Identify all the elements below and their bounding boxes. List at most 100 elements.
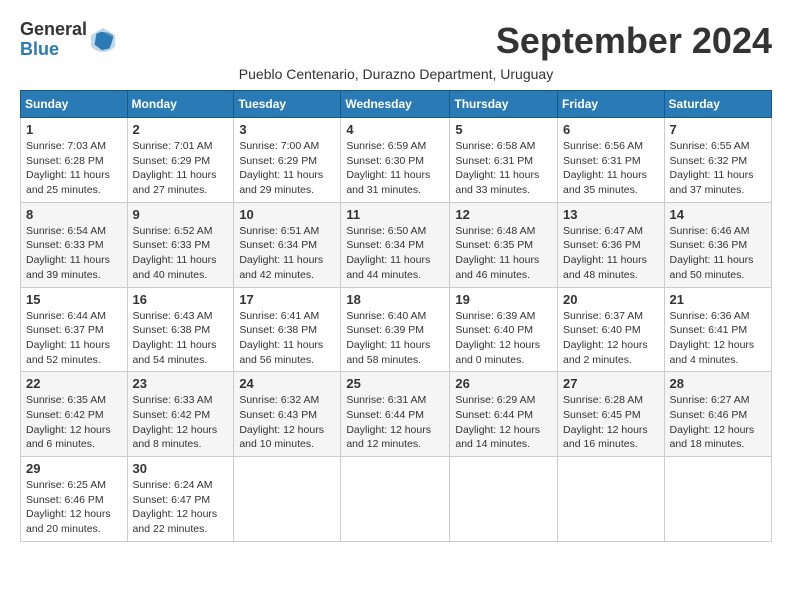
day-header-saturday: Saturday <box>664 91 771 118</box>
calendar-cell: 6 Sunrise: 6:56 AMSunset: 6:31 PMDaylight… <box>558 118 665 203</box>
day-number: 21 <box>670 292 766 307</box>
calendar-cell <box>341 457 450 542</box>
day-number: 11 <box>346 207 444 222</box>
day-info: Sunrise: 6:50 AMSunset: 6:34 PMDaylight:… <box>346 224 444 283</box>
header: General Blue September 2024 <box>20 20 772 62</box>
day-number: 4 <box>346 122 444 137</box>
calendar-cell: 16 Sunrise: 6:43 AMSunset: 6:38 PMDayligh… <box>127 287 234 372</box>
day-info: Sunrise: 7:00 AMSunset: 6:29 PMDaylight:… <box>239 139 335 198</box>
day-info: Sunrise: 6:48 AMSunset: 6:35 PMDaylight:… <box>455 224 552 283</box>
day-number: 7 <box>670 122 766 137</box>
day-info: Sunrise: 6:33 AMSunset: 6:42 PMDaylight:… <box>133 393 229 452</box>
day-info: Sunrise: 7:03 AMSunset: 6:28 PMDaylight:… <box>26 139 122 198</box>
month-title: September 2024 <box>496 20 772 62</box>
day-info: Sunrise: 6:31 AMSunset: 6:44 PMDaylight:… <box>346 393 444 452</box>
calendar-cell: 12 Sunrise: 6:48 AMSunset: 6:35 PMDayligh… <box>450 202 558 287</box>
calendar-cell: 27Sunrise: 6:28 AMSunset: 6:45 PMDayligh… <box>558 372 665 457</box>
calendar-cell: 24 Sunrise: 6:32 AMSunset: 6:43 PMDayligh… <box>234 372 341 457</box>
calendar-cell <box>558 457 665 542</box>
day-number: 15 <box>26 292 122 307</box>
logo-general: General <box>20 19 87 39</box>
day-info: Sunrise: 6:39 AMSunset: 6:40 PMDaylight:… <box>455 309 552 368</box>
day-number: 27 <box>563 376 659 391</box>
day-number: 24 <box>239 376 335 391</box>
day-number: 22 <box>26 376 122 391</box>
day-number: 23 <box>133 376 229 391</box>
calendar-week-2: 8 Sunrise: 6:54 AMSunset: 6:33 PMDaylight… <box>21 202 772 287</box>
day-info: Sunrise: 6:52 AMSunset: 6:33 PMDaylight:… <box>133 224 229 283</box>
day-info: Sunrise: 6:24 AMSunset: 6:47 PMDaylight:… <box>133 478 229 537</box>
calendar-cell: 5Sunrise: 6:58 AMSunset: 6:31 PMDaylight… <box>450 118 558 203</box>
day-info: Sunrise: 6:54 AMSunset: 6:33 PMDaylight:… <box>26 224 122 283</box>
day-number: 14 <box>670 207 766 222</box>
day-info: Sunrise: 6:46 AMSunset: 6:36 PMDaylight:… <box>670 224 766 283</box>
calendar-cell: 4 Sunrise: 6:59 AMSunset: 6:30 PMDaylight… <box>341 118 450 203</box>
day-number: 17 <box>239 292 335 307</box>
day-info: Sunrise: 6:44 AMSunset: 6:37 PMDaylight:… <box>26 309 122 368</box>
day-info: Sunrise: 6:43 AMSunset: 6:38 PMDaylight:… <box>133 309 229 368</box>
day-header-thursday: Thursday <box>450 91 558 118</box>
calendar-cell: 8 Sunrise: 6:54 AMSunset: 6:33 PMDaylight… <box>21 202 128 287</box>
day-number: 8 <box>26 207 122 222</box>
day-info: Sunrise: 7:01 AMSunset: 6:29 PMDaylight:… <box>133 139 229 198</box>
day-info: Sunrise: 6:29 AMSunset: 6:44 PMDaylight:… <box>455 393 552 452</box>
day-number: 20 <box>563 292 659 307</box>
day-header-monday: Monday <box>127 91 234 118</box>
day-info: Sunrise: 6:58 AMSunset: 6:31 PMDaylight:… <box>455 139 552 198</box>
calendar-cell: 2Sunrise: 7:01 AMSunset: 6:29 PMDaylight… <box>127 118 234 203</box>
day-number: 30 <box>133 461 229 476</box>
calendar-cell <box>664 457 771 542</box>
calendar-cell: 28 Sunrise: 6:27 AMSunset: 6:46 PMDayligh… <box>664 372 771 457</box>
day-header-sunday: Sunday <box>21 91 128 118</box>
calendar-week-1: 1 Sunrise: 7:03 AMSunset: 6:28 PMDaylight… <box>21 118 772 203</box>
logo-blue: Blue <box>20 39 59 59</box>
calendar-cell <box>234 457 341 542</box>
calendar-week-4: 22 Sunrise: 6:35 AMSunset: 6:42 PMDayligh… <box>21 372 772 457</box>
logo: General Blue <box>20 20 117 60</box>
day-number: 28 <box>670 376 766 391</box>
calendar-week-3: 15 Sunrise: 6:44 AMSunset: 6:37 PMDayligh… <box>21 287 772 372</box>
day-number: 1 <box>26 122 122 137</box>
calendar-cell: 17 Sunrise: 6:41 AMSunset: 6:38 PMDayligh… <box>234 287 341 372</box>
day-info: Sunrise: 6:25 AMSunset: 6:46 PMDaylight:… <box>26 478 122 537</box>
day-info: Sunrise: 6:47 AMSunset: 6:36 PMDaylight:… <box>563 224 659 283</box>
calendar-cell: 22 Sunrise: 6:35 AMSunset: 6:42 PMDayligh… <box>21 372 128 457</box>
calendar-table: SundayMondayTuesdayWednesdayThursdayFrid… <box>20 90 772 542</box>
calendar-cell: 15 Sunrise: 6:44 AMSunset: 6:37 PMDayligh… <box>21 287 128 372</box>
day-number: 25 <box>346 376 444 391</box>
calendar-week-5: 29 Sunrise: 6:25 AMSunset: 6:46 PMDayligh… <box>21 457 772 542</box>
calendar-cell: 7Sunrise: 6:55 AMSunset: 6:32 PMDaylight… <box>664 118 771 203</box>
day-number: 9 <box>133 207 229 222</box>
logo-icon <box>89 26 117 54</box>
day-info: Sunrise: 6:27 AMSunset: 6:46 PMDaylight:… <box>670 393 766 452</box>
calendar-cell: 1 Sunrise: 7:03 AMSunset: 6:28 PMDaylight… <box>21 118 128 203</box>
day-number: 16 <box>133 292 229 307</box>
days-header-row: SundayMondayTuesdayWednesdayThursdayFrid… <box>21 91 772 118</box>
calendar-cell: 18Sunrise: 6:40 AMSunset: 6:39 PMDayligh… <box>341 287 450 372</box>
day-number: 12 <box>455 207 552 222</box>
calendar-cell: 3 Sunrise: 7:00 AMSunset: 6:29 PMDaylight… <box>234 118 341 203</box>
day-number: 26 <box>455 376 552 391</box>
calendar-cell: 13 Sunrise: 6:47 AMSunset: 6:36 PMDayligh… <box>558 202 665 287</box>
calendar-cell: 19Sunrise: 6:39 AMSunset: 6:40 PMDayligh… <box>450 287 558 372</box>
calendar-cell: 20 Sunrise: 6:37 AMSunset: 6:40 PMDayligh… <box>558 287 665 372</box>
day-info: Sunrise: 6:36 AMSunset: 6:41 PMDaylight:… <box>670 309 766 368</box>
day-info: Sunrise: 6:35 AMSunset: 6:42 PMDaylight:… <box>26 393 122 452</box>
day-info: Sunrise: 6:32 AMSunset: 6:43 PMDaylight:… <box>239 393 335 452</box>
day-info: Sunrise: 6:37 AMSunset: 6:40 PMDaylight:… <box>563 309 659 368</box>
day-info: Sunrise: 6:41 AMSunset: 6:38 PMDaylight:… <box>239 309 335 368</box>
day-number: 3 <box>239 122 335 137</box>
calendar-cell <box>450 457 558 542</box>
calendar-cell: 11 Sunrise: 6:50 AMSunset: 6:34 PMDayligh… <box>341 202 450 287</box>
day-info: Sunrise: 6:51 AMSunset: 6:34 PMDaylight:… <box>239 224 335 283</box>
day-number: 6 <box>563 122 659 137</box>
subtitle: Pueblo Centenario, Durazno Department, U… <box>20 66 772 82</box>
day-number: 10 <box>239 207 335 222</box>
day-header-tuesday: Tuesday <box>234 91 341 118</box>
day-number: 29 <box>26 461 122 476</box>
day-number: 13 <box>563 207 659 222</box>
calendar-cell: 30 Sunrise: 6:24 AMSunset: 6:47 PMDayligh… <box>127 457 234 542</box>
day-info: Sunrise: 6:59 AMSunset: 6:30 PMDaylight:… <box>346 139 444 198</box>
day-header-wednesday: Wednesday <box>341 91 450 118</box>
day-info: Sunrise: 6:56 AMSunset: 6:31 PMDaylight:… <box>563 139 659 198</box>
